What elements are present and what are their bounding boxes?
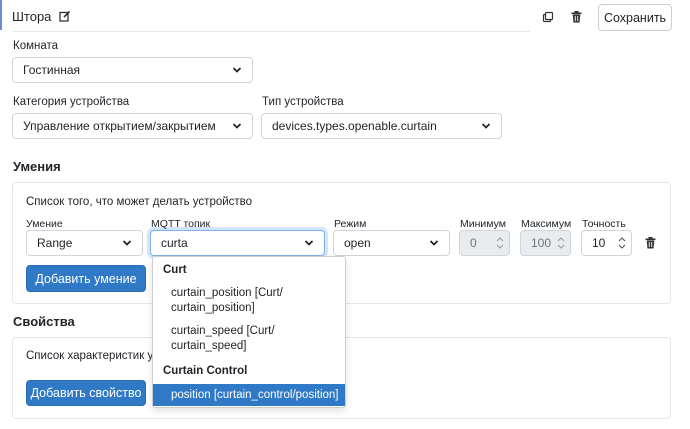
device-type-value: devices.types.openable.curtain [272,119,437,133]
dropdown-option-line: curtain_speed] [171,340,247,352]
save-button[interactable]: Сохранить [598,4,672,31]
col-min-label: Минимум [460,218,506,230]
mqtt-topic-dropdown: Curt curtain_position [Curt/ curtain_pos… [152,256,346,408]
add-property-button[interactable]: Добавить свойство [26,380,146,406]
dropdown-option-line: curtain_position] [171,302,255,314]
dropdown-option-curtain-position[interactable]: curtain_position [Curt/ curtain_position… [153,286,345,316]
col-mode-label: Режим [334,218,367,230]
min-input[interactable]: 0 [459,230,510,256]
add-skill-button[interactable]: Добавить умение [26,265,146,292]
category-label: Категория устройства [13,96,130,108]
device-type-label: Тип устройства [262,96,344,108]
mode-select[interactable]: open [333,230,450,256]
dropdown-option-line: curtain_speed [Curt/ [171,325,275,337]
chevron-down-icon [429,240,439,246]
dropdown-option-line: curtain_position [Curt/ [171,287,283,299]
header-divider [12,31,530,32]
page-title: Штора [12,8,52,24]
header-accent [0,0,2,30]
chevron-down-icon [122,240,132,246]
spinner-icon [496,237,504,249]
dropdown-option-position[interactable]: position [curtain_control/position] [153,384,345,406]
category-value: Управление открытием/закрытием [23,119,216,133]
dropdown-group-curt: Curt [163,264,187,276]
edit-icon[interactable] [59,10,71,22]
col-precision-label: Точность [582,218,626,230]
properties-title: Свойства [13,314,75,329]
trash-icon[interactable] [641,234,659,252]
col-mqtt-label: MQTT топик [151,218,211,230]
spinner-icon [557,237,565,249]
chevron-down-icon [232,67,242,73]
properties-description: Список характеристик устр [26,350,171,362]
category-select[interactable]: Управление открытием/закрытием [12,113,253,139]
trash-icon[interactable] [567,8,585,26]
room-label: Комната [13,40,59,52]
chevron-down-icon [304,240,314,246]
spinner-icon [618,237,626,249]
col-max-label: Максимум [521,218,572,230]
skills-description: Список того, что может делать устройство [26,196,253,208]
dropdown-group-curtain-control: Curtain Control [163,365,248,377]
header: Штора [12,0,71,32]
mqtt-topic-input[interactable]: curta [150,230,325,256]
mode-value: open [344,236,371,250]
col-skill-label: Умение [26,218,63,230]
max-value: 100 [531,236,552,250]
max-input[interactable]: 100 [520,230,571,256]
mqtt-topic-value: curta [161,236,188,250]
chevron-down-icon [481,123,491,129]
room-value: Гостинная [23,63,80,77]
skill-value: Range [37,236,73,250]
min-value: 0 [470,236,477,250]
device-type-select[interactable]: devices.types.openable.curtain [261,113,502,139]
precision-input[interactable]: 10 [581,230,632,256]
chevron-down-icon [232,123,242,129]
skills-title: Умения [13,159,61,174]
skill-select[interactable]: Range [26,230,143,256]
precision-value: 10 [592,236,606,250]
dropdown-option-curtain-speed[interactable]: curtain_speed [Curt/ curtain_speed] [153,324,345,354]
room-select[interactable]: Гостинная [12,57,253,83]
copy-icon[interactable] [539,8,557,26]
